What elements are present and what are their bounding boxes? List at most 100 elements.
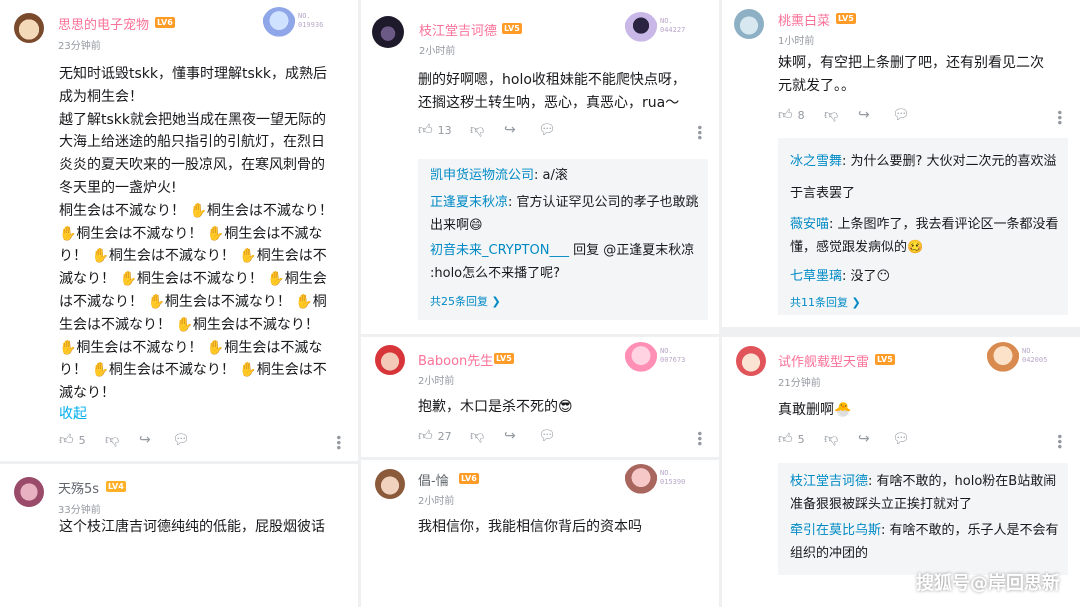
- view-all-replies-link[interactable]: 共25条回复 ❯: [430, 293, 501, 309]
- like-button[interactable]: 👍︎ 5: [59, 433, 86, 447]
- username[interactable]: 思思的电子宠物: [58, 14, 149, 33]
- share-button[interactable]: ↪: [858, 108, 870, 122]
- collapse-link[interactable]: 收起: [59, 403, 87, 423]
- share-button[interactable]: ↪: [504, 429, 516, 443]
- comment-card: 试作舰载型天雷 LV5 21分钟前 NO. 042005 真敢删啊🐣 👍︎ 5 👎…: [722, 337, 1080, 607]
- more-icon[interactable]: •••: [692, 430, 706, 445]
- avatar[interactable]: [375, 345, 405, 375]
- more-icon[interactable]: •••: [331, 434, 345, 449]
- timestamp: 2小时前: [419, 46, 456, 57]
- dislike-button[interactable]: 👎︎: [470, 429, 484, 443]
- reply-button[interactable]: 💬︎: [538, 429, 556, 443]
- avatar[interactable]: [14, 13, 44, 43]
- avatar[interactable]: [736, 346, 766, 376]
- avatar[interactable]: [372, 16, 404, 48]
- thumbs-up-icon: 👍︎: [418, 122, 433, 138]
- dislike-button[interactable]: 👎︎: [824, 432, 838, 446]
- thumbs-down-icon: 👎︎: [470, 122, 485, 138]
- comment-card: 桃熏白菜 LV5 1小时前 妹啊，有空把上条删了吧，还有别看见二次 元就发了。。 …: [722, 0, 1080, 327]
- like-button[interactable]: 👍︎ 8: [778, 108, 805, 122]
- reply-item[interactable]: 冰之雪舞: 为什么要删? 大伙对二次元的喜欢溢于言表罢了: [790, 146, 1060, 210]
- share-button[interactable]: ↪: [858, 432, 870, 446]
- fan-badge: NO. 019936: [262, 7, 354, 41]
- comment-actions: 👍︎ 8 👎︎ ↪ 💬︎ •••: [778, 108, 1068, 128]
- share-button[interactable]: ↪: [504, 123, 516, 137]
- reply-item[interactable]: 初音未来_CRYPTON___ 回复 @正逢夏末秋凉 :holo怎么不来播了呢?: [430, 240, 700, 286]
- share-icon: ↪: [139, 432, 151, 448]
- reply-item[interactable]: 牵引在莫比乌斯: 有啥不敢的，乐子人是不会有组织的冲团的: [790, 520, 1060, 566]
- username[interactable]: Baboon先生: [418, 350, 493, 369]
- share-button[interactable]: ↪: [139, 433, 151, 447]
- avatar[interactable]: [14, 477, 44, 507]
- fan-badge: NO. 044227: [624, 12, 716, 46]
- comment-actions: 👍︎ 27 👎︎ ↪ 💬︎ •••: [418, 429, 708, 449]
- comment-text: 我相信你，我能相信你背后的资本吗: [418, 519, 642, 535]
- fan-number: NO. 044227: [660, 17, 686, 34]
- thumbs-down-icon: 👎︎: [824, 431, 839, 447]
- level-badge: LV6: [155, 17, 175, 28]
- fan-number: NO. 015390: [660, 469, 686, 486]
- avatar[interactable]: [734, 9, 764, 39]
- comment-text: 真敢删啊🐣: [778, 402, 852, 418]
- reply-item[interactable]: 薇安喵: 上条图咋了，我去看评论区一条都没看懂，感觉跟发病似的🥴: [790, 214, 1060, 260]
- reply-item[interactable]: 枝江堂吉诃德: 有啥不敢的，holo粉在B站敢闹准备狠狠被踩头立正挨打就对了: [790, 471, 1060, 517]
- reply-button[interactable]: 💬︎: [538, 123, 556, 137]
- fan-badge-figure-icon: [624, 342, 658, 376]
- fan-badge-figure-icon: [624, 12, 658, 46]
- share-icon: ↪: [504, 428, 516, 444]
- reply-button[interactable]: 💬︎: [892, 108, 910, 122]
- reply-item[interactable]: 七草墨璃: 没了😶: [790, 266, 1060, 289]
- comment-card: 倡-惀 LV6 2小时前 NO. 015390 我相信你，我能相信你背后的资本吗: [361, 460, 719, 607]
- share-icon: ↪: [858, 431, 870, 447]
- comment-card: Baboon先生 LV5 2小时前 NO. 007673 抱歉，木口是杀不死的😎…: [361, 337, 719, 457]
- comment-text: 妹啊，有空把上条删了吧，还有别看见二次 元就发了。。: [778, 55, 1044, 94]
- fan-badge: NO. 015390: [624, 464, 716, 498]
- view-all-replies-link[interactable]: 共11条回复 ❯: [790, 294, 861, 310]
- more-icon[interactable]: •••: [1052, 109, 1066, 124]
- reply-button[interactable]: 💬︎: [892, 432, 910, 446]
- level-badge: LV4: [106, 481, 126, 492]
- reply-button[interactable]: 💬︎: [172, 433, 190, 447]
- chat-bubble-icon: 💬︎: [538, 428, 556, 444]
- like-button[interactable]: 👍︎ 27: [418, 429, 452, 443]
- dislike-button[interactable]: 👎︎: [824, 108, 838, 122]
- reply-thread: 枝江堂吉诃德: 有啥不敢的，holo粉在B站敢闹准备狠狠被踩头立正挨打就对了 牵…: [778, 463, 1068, 575]
- level-badge: LV5: [875, 354, 895, 365]
- comment-actions: 👍︎ 13 👎︎ ↪ 💬︎ •••: [418, 123, 708, 143]
- username[interactable]: 桃熏白菜: [778, 10, 830, 29]
- timestamp: 21分钟前: [778, 378, 821, 389]
- thumbs-up-icon: 👍︎: [778, 431, 793, 447]
- thumbs-up-icon: 👍︎: [59, 432, 74, 448]
- fan-number: NO. 007673: [660, 347, 686, 364]
- avatar[interactable]: [375, 469, 405, 499]
- dislike-button[interactable]: 👎︎: [470, 123, 484, 137]
- level-badge: LV5: [836, 13, 856, 24]
- chat-bubble-icon: 💬︎: [892, 431, 910, 447]
- level-badge: LV6: [459, 473, 479, 484]
- reply-item[interactable]: 凯申货运物流公司: a/滚: [430, 165, 700, 188]
- like-button[interactable]: 👍︎ 13: [418, 123, 452, 137]
- comment-text: 无知时诋毁tskk，懂事时理解tskk，成熟后 成为桐生会！ 越了解tskk就会把她…: [59, 66, 333, 402]
- thumbs-down-icon: 👎︎: [824, 107, 839, 123]
- username[interactable]: 天殇5s: [58, 478, 99, 497]
- more-icon[interactable]: •••: [692, 124, 706, 139]
- comment-card: 天殇5s LV4 33分钟前 这个枝江唐吉诃德纯纯的低能，屁股烟彼话: [0, 464, 358, 607]
- fan-number: NO. 042005: [1022, 347, 1048, 364]
- chat-bubble-icon: 💬︎: [892, 107, 910, 123]
- dislike-button[interactable]: 👎︎: [105, 433, 119, 447]
- share-icon: ↪: [504, 122, 516, 138]
- comment-card: 思思的电子宠物 LV6 23分钟前 NO. 019936 无知时诋毁tskk，懂…: [0, 0, 358, 461]
- thumbs-down-icon: 👎︎: [105, 432, 120, 448]
- fan-badge: NO. 042005: [986, 342, 1078, 376]
- username[interactable]: 枝江堂吉诃德: [419, 20, 497, 39]
- comment-text: 删的好啊嗯，holo收租妹能不能爬快点呀， 还搁这秽土转生呐，恶心，真恶心，rua…: [418, 72, 686, 111]
- reply-item[interactable]: 正逢夏末秋凉: 官方认证罕见公司的孝子也敢跳出来啊😄: [430, 192, 700, 238]
- username[interactable]: 试作舰载型天雷: [778, 351, 869, 370]
- like-button[interactable]: 👍︎ 5: [778, 432, 805, 446]
- more-icon[interactable]: •••: [1052, 433, 1066, 448]
- thumbs-up-icon: 👍︎: [418, 428, 433, 444]
- username[interactable]: 倡-惀: [418, 470, 449, 489]
- comment-actions: 👍︎ 5 👎︎ ↪ 💬︎ •••: [59, 433, 349, 453]
- comment-text: 这个枝江唐吉诃德纯纯的低能，屁股烟彼话: [59, 519, 325, 535]
- reply-thread: 冰之雪舞: 为什么要删? 大伙对二次元的喜欢溢于言表罢了 薇安喵: 上条图咋了，…: [778, 138, 1068, 315]
